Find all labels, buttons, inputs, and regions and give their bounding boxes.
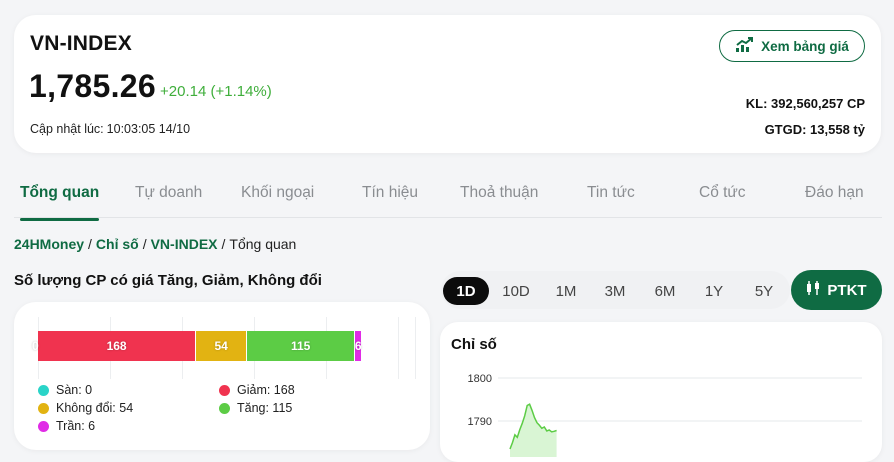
legend-dot: [219, 384, 230, 396]
trading-value: GTGD: 13,558 tỷ: [764, 122, 865, 137]
view-price-board-label: Xem bảng giá: [761, 38, 849, 54]
breadcrumb-separator: /: [88, 236, 92, 252]
time-range-selector: 1D 10D 1M 3M 6M 1Y 5Y: [441, 271, 790, 309]
market-breadth-card: 0 168 54 115 6 Sàn: 0 Giảm: 168 Không đổ…: [14, 302, 430, 450]
index-chart: 1800 1790: [468, 373, 862, 457]
tabs-divider: [14, 217, 882, 218]
breadth-segment-up: 115: [247, 331, 356, 361]
tab-proprietary[interactable]: Tự doanh: [135, 184, 202, 202]
technical-analysis-label: PTKT: [827, 281, 867, 299]
breadcrumb-current: Tổng quan: [229, 236, 297, 252]
last-update: Cập nhật lúc: 10:03:05 14/10: [30, 122, 190, 136]
candlestick-icon: [806, 281, 821, 299]
legend-label: Trần: 6: [56, 419, 96, 433]
trading-volume: KL: 392,560,257 CP: [745, 96, 865, 111]
tab-overview[interactable]: Tổng quan: [20, 184, 100, 221]
tab-dividends[interactable]: Cổ tức: [699, 184, 746, 202]
tab-put-through[interactable]: Thoả thuận: [460, 184, 538, 202]
index-change-percent: (+1.14%): [210, 83, 272, 100]
legend-label: Giảm: 168: [237, 383, 295, 397]
section-tabs: Tổng quan Tự doanh Khối ngoại Tín hiệu T…: [0, 172, 894, 221]
breadth-stacked-bar: 0 168 54 115 6: [32, 331, 362, 361]
chart-y-tick-label: 1790: [468, 416, 492, 428]
tab-maturity[interactable]: Đáo hạn: [805, 184, 864, 202]
legend-label: Sàn: 0: [56, 383, 93, 397]
technical-analysis-button[interactable]: PTKT: [791, 270, 882, 310]
tab-foreign[interactable]: Khối ngoại: [241, 184, 314, 202]
legend-dot: [38, 384, 49, 396]
view-price-board-button[interactable]: Xem bảng giá: [719, 30, 865, 62]
legend-ceiling: Trần: 6: [38, 419, 95, 433]
legend-dot: [38, 420, 49, 432]
legend-unchanged: Không đổi: 54: [38, 401, 133, 415]
index-change-points: +20.14: [160, 83, 207, 100]
range-6m-button[interactable]: 6M: [642, 277, 688, 305]
tab-signals[interactable]: Tín hiệu: [362, 184, 418, 202]
breadcrumb-vnindex[interactable]: VN-INDEX: [151, 236, 218, 252]
legend-label: Tăng: 115: [237, 401, 293, 415]
breadth-segment-floor-label: 0: [32, 339, 39, 353]
breadcrumb-indices[interactable]: Chỉ số: [96, 236, 139, 252]
index-name: VN-INDEX: [30, 32, 132, 55]
index-chart-card: Chỉ số 1800 1790: [440, 322, 882, 462]
legend-down: Giảm: 168: [219, 383, 295, 397]
last-update-time: 10:03:05 14/10: [106, 122, 191, 136]
legend-floor: Sàn: 0: [38, 383, 92, 397]
breadth-segment-ceiling: 6: [355, 331, 362, 361]
breadth-segment-down: 168: [38, 331, 197, 361]
breadcrumb-separator: /: [142, 236, 147, 252]
breadth-segment-unchanged: 54: [196, 331, 248, 361]
index-change: +20.14 (+1.14%): [160, 83, 272, 100]
range-3m-button[interactable]: 3M: [592, 277, 638, 305]
range-5y-button[interactable]: 5Y: [741, 277, 787, 305]
index-summary-card: VN-INDEX 1,785.26 +20.14 (+1.14%) Cập nh…: [14, 15, 881, 153]
tab-news[interactable]: Tin tức: [587, 184, 635, 202]
legend-dot: [38, 402, 49, 414]
index-value: 1,785.26: [29, 68, 156, 104]
legend-label: Không đổi: 54: [56, 401, 134, 415]
range-1m-button[interactable]: 1M: [543, 277, 589, 305]
range-1y-button[interactable]: 1Y: [691, 277, 737, 305]
legend-dot: [219, 402, 230, 414]
range-10d-button[interactable]: 10D: [493, 277, 539, 305]
legend-up: Tăng: 115: [219, 401, 292, 415]
chart-y-tick-label: 1800: [468, 373, 492, 385]
breadcrumb: 24HMoney / Chỉ số / VN-INDEX / Tổng quan: [14, 236, 296, 252]
last-update-label: Cập nhật lúc:: [30, 122, 104, 136]
breadcrumb-separator: /: [221, 236, 226, 252]
range-1d-button[interactable]: 1D: [443, 277, 489, 305]
breadcrumb-home[interactable]: 24HMoney: [14, 236, 84, 252]
market-breadth-title: Số lượng CP có giá Tăng, Giảm, Không đổi: [14, 272, 322, 289]
trending-up-chart-icon: [735, 36, 754, 56]
